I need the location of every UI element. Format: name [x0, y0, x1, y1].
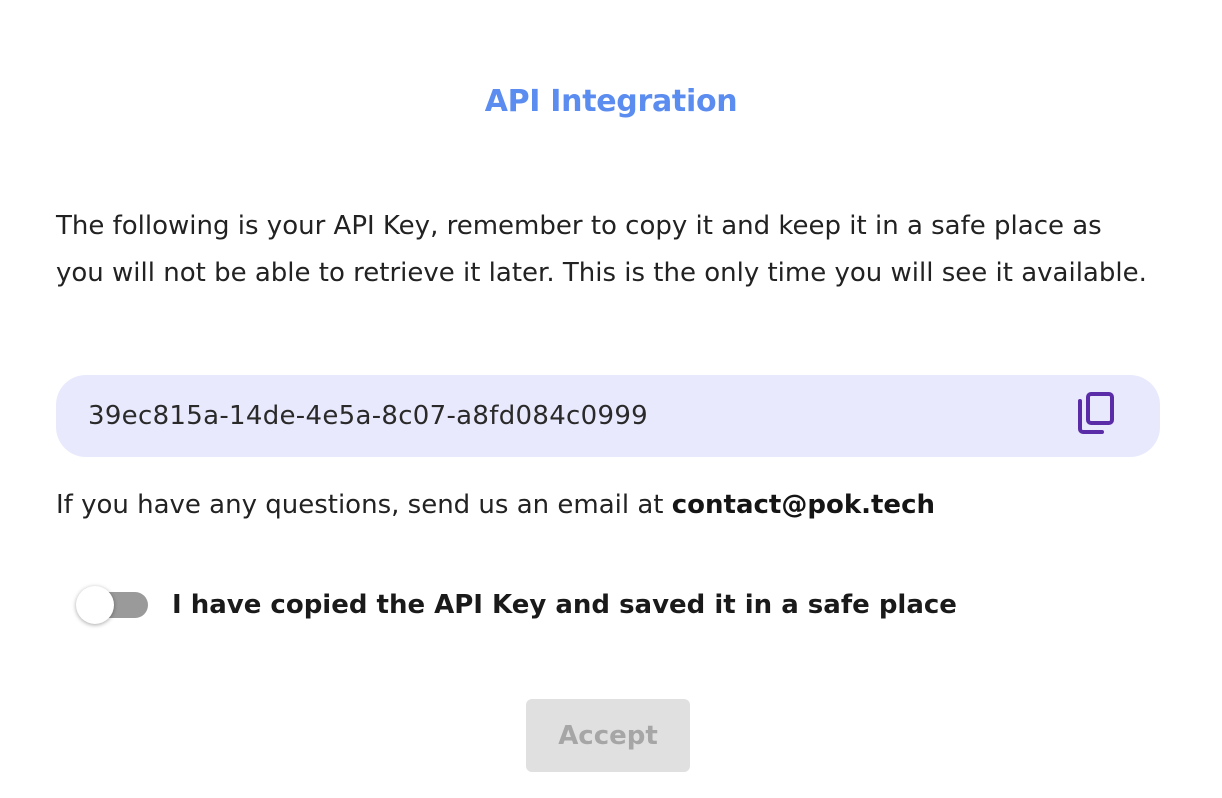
confirmation-row: I have copied the API Key and saved it i…	[74, 580, 957, 630]
toggle-thumb	[76, 586, 114, 624]
api-key-value[interactable]: 39ec815a-14de-4e5a-8c07-a8fd084c0999	[88, 375, 648, 457]
confirmation-label[interactable]: I have copied the API Key and saved it i…	[172, 590, 957, 620]
api-key-box: 39ec815a-14de-4e5a-8c07-a8fd084c0999	[56, 375, 1160, 457]
api-key-description: The following is your API Key, remember …	[56, 211, 1147, 288]
contact-line: If you have any questions, send us an em…	[56, 490, 935, 520]
accept-button[interactable]: Accept	[526, 699, 690, 772]
api-integration-dialog: API Integration The following is your AP…	[0, 0, 1222, 798]
contact-text: If you have any questions, send us an em…	[56, 490, 672, 520]
copy-icon[interactable]	[1076, 391, 1116, 435]
dialog-title: API Integration	[484, 84, 738, 119]
confirmation-toggle[interactable]	[74, 580, 150, 630]
copy-icon-graphic	[1078, 392, 1114, 434]
contact-email[interactable]: contact@pok.tech	[672, 490, 935, 520]
